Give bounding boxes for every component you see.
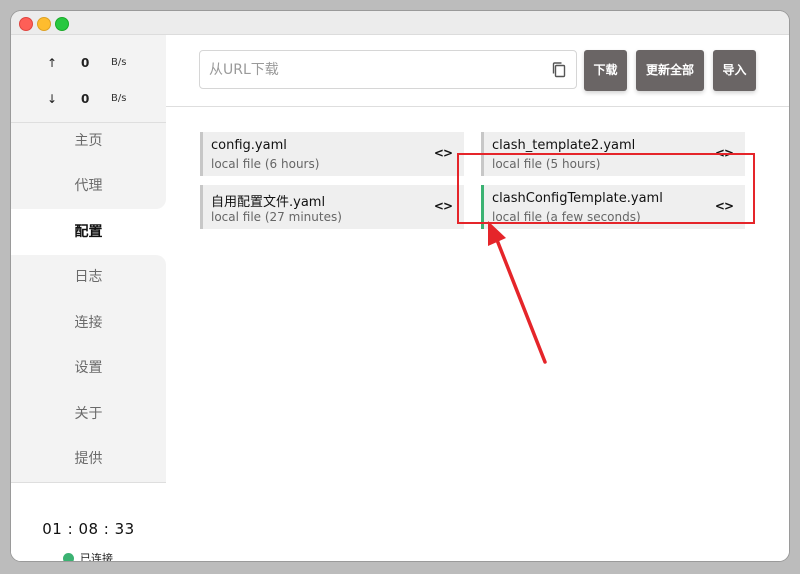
- upload-speed: ↑ 0 B/s: [11, 56, 166, 76]
- profile-detail: local file (27 minutes): [211, 210, 342, 224]
- app-window: ↑ 0 B/s ↓ 0 B/s 主页 代理 配置 日志 连接 设置 关于 提供 …: [11, 11, 789, 561]
- sidebar-item-profiles[interactable]: 配置: [11, 210, 166, 255]
- upload-speed-value: 0: [81, 56, 90, 70]
- profile-card[interactable]: config.yaml local file (6 hours) <>: [200, 132, 464, 176]
- sidebar-item-logs[interactable]: 日志: [11, 255, 166, 300]
- profile-card-active[interactable]: clashConfigTemplate.yaml local file (a f…: [481, 185, 745, 229]
- import-button[interactable]: 导入: [713, 50, 756, 91]
- sidebar-item-settings[interactable]: 设置: [11, 346, 166, 391]
- download-speed-unit: B/s: [111, 93, 127, 104]
- download-speed: ↓ 0 B/s: [11, 92, 166, 112]
- connection-status: 已连接: [63, 550, 113, 561]
- profiles-page: 下载 更新全部 导入 config.yaml local file (6 hou…: [166, 35, 789, 561]
- uptime-clock: 01 : 08 : 33: [42, 520, 135, 538]
- url-input[interactable]: [209, 60, 539, 80]
- download-arrow-icon: ↓: [47, 92, 58, 106]
- profile-detail: local file (6 hours): [211, 157, 320, 171]
- download-button[interactable]: 下载: [584, 50, 627, 91]
- profile-active-indicator-bar: [481, 185, 484, 229]
- profile-indicator-bar: [200, 132, 203, 176]
- sidebar-item-home[interactable]: 主页: [11, 119, 166, 164]
- update-all-button[interactable]: 更新全部: [636, 50, 704, 91]
- profile-indicator-bar: [481, 132, 484, 176]
- sidebar-item-proxies[interactable]: 代理: [11, 164, 166, 209]
- sidebar-item-about[interactable]: 关于: [11, 392, 166, 437]
- traffic-speed-panel: ↑ 0 B/s ↓ 0 B/s: [11, 35, 166, 123]
- edit-code-icon[interactable]: <>: [434, 146, 453, 160]
- profile-detail: local file (5 hours): [492, 157, 601, 171]
- sidebar-item-providers[interactable]: 提供: [11, 437, 166, 482]
- edit-code-icon[interactable]: <>: [715, 199, 734, 213]
- profile-toolbar: 下载 更新全部 导入: [166, 35, 789, 107]
- title-bar: [11, 11, 789, 35]
- upload-speed-unit: B/s: [111, 57, 127, 68]
- paste-icon[interactable]: [550, 61, 568, 79]
- edit-code-icon[interactable]: <>: [715, 146, 734, 160]
- edit-code-icon[interactable]: <>: [434, 199, 453, 213]
- upload-arrow-icon: ↑: [47, 56, 58, 70]
- minimize-window-button[interactable]: [37, 17, 51, 31]
- connection-status-label: 已连接: [80, 552, 113, 561]
- status-panel: 01 : 08 : 33 已连接: [11, 482, 166, 561]
- profile-name: clash_template2.yaml: [492, 138, 636, 153]
- url-download-field[interactable]: [199, 50, 577, 89]
- connected-status-dot-icon: [63, 553, 74, 561]
- sidebar-item-connections[interactable]: 连接: [11, 301, 166, 346]
- close-window-button[interactable]: [19, 17, 33, 31]
- profile-name: config.yaml: [211, 138, 287, 153]
- profile-name: clashConfigTemplate.yaml: [492, 191, 663, 206]
- sidebar: ↑ 0 B/s ↓ 0 B/s 主页 代理 配置 日志 连接 设置 关于 提供 …: [11, 35, 166, 561]
- download-speed-value: 0: [81, 92, 90, 106]
- profile-detail: local file (a few seconds): [492, 210, 641, 224]
- profile-card[interactable]: clash_template2.yaml local file (5 hours…: [481, 132, 745, 176]
- maximize-window-button[interactable]: [55, 17, 69, 31]
- profile-name: 自用配置文件.yaml: [211, 195, 326, 210]
- profile-indicator-bar: [200, 185, 203, 229]
- profile-card[interactable]: 自用配置文件.yaml local file (27 minutes) <>: [200, 185, 464, 229]
